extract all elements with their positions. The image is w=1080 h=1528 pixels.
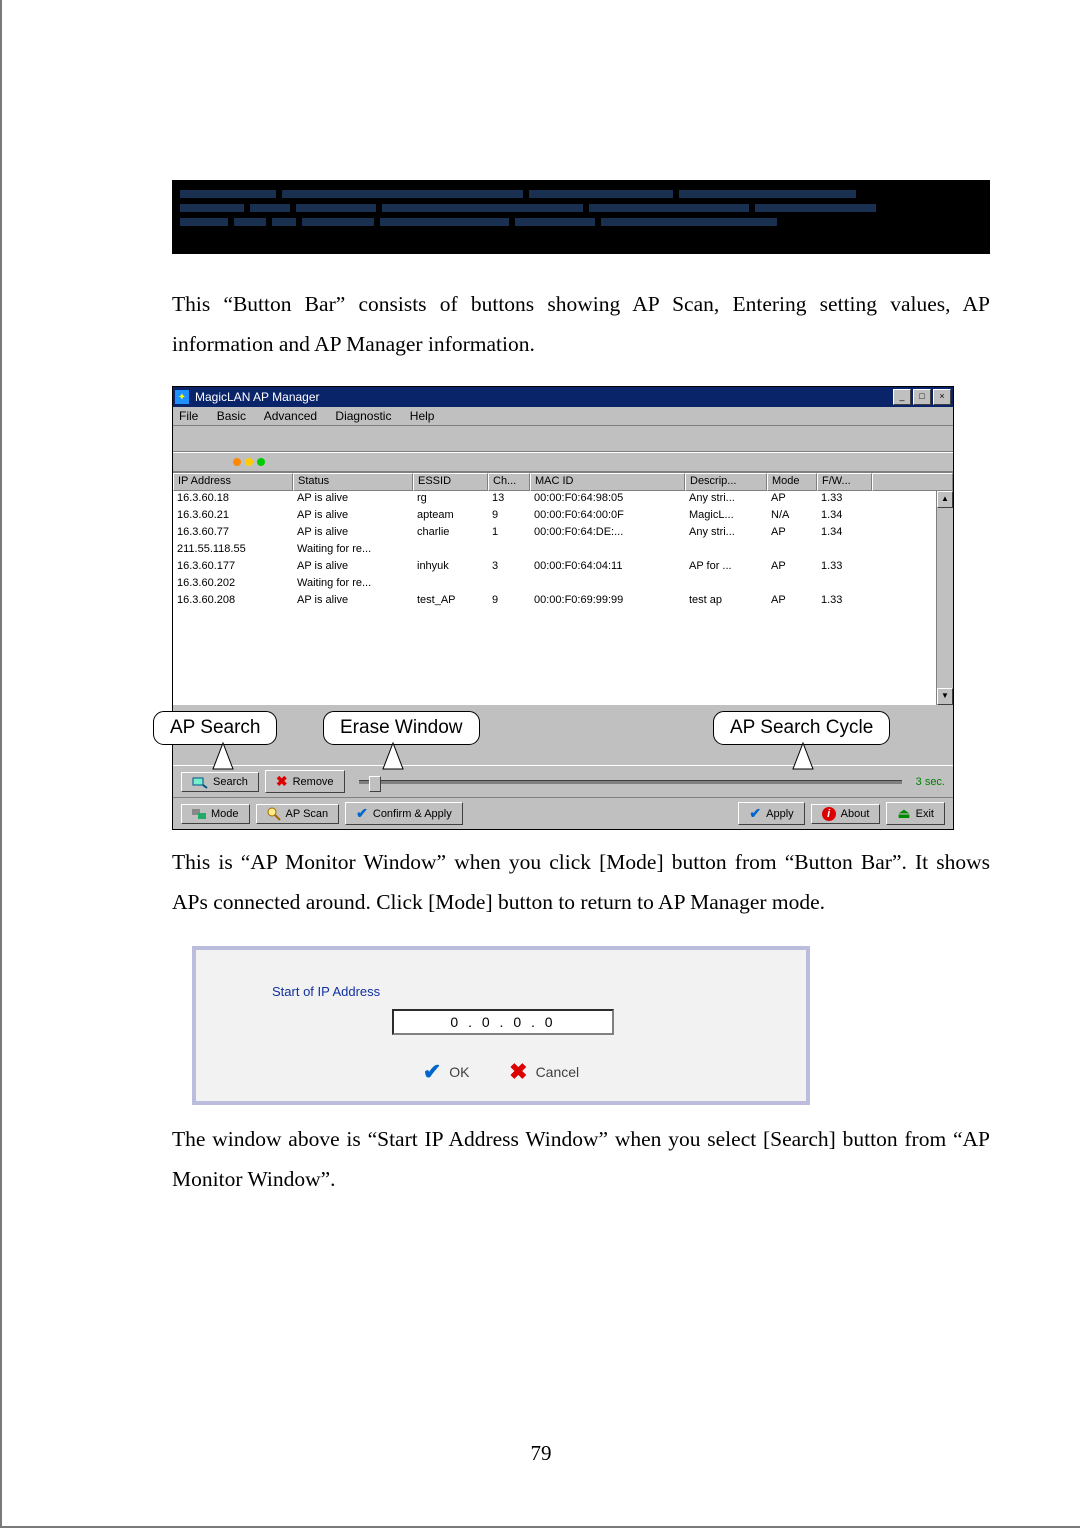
col-ch[interactable]: Ch...	[488, 473, 530, 491]
window-title: MagicLAN AP Manager	[195, 390, 891, 404]
table-row[interactable]: 16.3.60.18AP is aliverg1300:00:F0:64:98:…	[173, 491, 936, 508]
remove-button[interactable]: ✖ Remove	[265, 770, 345, 793]
menu-file[interactable]: File	[179, 409, 198, 423]
search-button[interactable]: Search	[181, 772, 259, 792]
cancel-label: Cancel	[536, 1064, 580, 1080]
mode-button[interactable]: Mode	[181, 804, 250, 824]
col-fw[interactable]: F/W...	[817, 473, 872, 491]
exit-icon: ⏏	[897, 805, 910, 822]
menubar: File Basic Advanced Diagnostic Help	[173, 407, 953, 426]
search-label: Search	[213, 776, 248, 788]
minimize-button[interactable]: _	[893, 389, 911, 405]
scrollbar[interactable]: ▲ ▼	[936, 491, 953, 705]
table-row[interactable]: 211.55.118.55Waiting for re...	[173, 542, 936, 559]
start-ip-dialog: Start of IP Address 0 . 0 . 0 . 0 ✔ OK ✖…	[192, 946, 810, 1105]
titlebar: ✦ MagicLAN AP Manager _ □ ×	[173, 387, 953, 407]
search-cycle-slider[interactable]	[351, 780, 910, 784]
callout-pointer-icon	[213, 743, 233, 773]
maximize-button[interactable]: □	[913, 389, 931, 405]
remove-label: Remove	[293, 776, 334, 788]
menu-help[interactable]: Help	[410, 409, 435, 423]
button-bar-screenshot	[172, 180, 990, 254]
col-status[interactable]: Status	[293, 473, 413, 491]
search-toolbar: Search ✖ Remove 3 sec.	[173, 765, 953, 797]
scroll-down-icon[interactable]: ▼	[937, 688, 953, 705]
dot-icon	[233, 458, 241, 466]
apscan-button[interactable]: AP Scan	[256, 804, 340, 824]
callout-pointer-icon	[383, 743, 403, 773]
paragraph-1: This “Button Bar” consists of buttons sh…	[172, 284, 990, 364]
paragraph-2: This is “AP Monitor Window” when you cli…	[172, 842, 990, 922]
indicator-bar	[173, 452, 953, 472]
table-row[interactable]: 16.3.60.208AP is alivetest_AP900:00:F0:6…	[173, 593, 936, 610]
bottom-toolbar: Mode AP Scan ✔ Confirm & Apply ✔ Apply i…	[173, 797, 953, 829]
close-button[interactable]: ×	[933, 389, 951, 405]
check-icon: ✔	[749, 805, 761, 822]
apscan-label: AP Scan	[286, 808, 329, 820]
cancel-button[interactable]: ✖ Cancel	[509, 1059, 579, 1085]
menu-diagnostic[interactable]: Diagnostic	[335, 409, 391, 423]
exit-button[interactable]: ⏏ Exit	[886, 802, 945, 825]
table-row[interactable]: 16.3.60.177AP is aliveinhyuk300:00:F0:64…	[173, 559, 936, 576]
col-ip[interactable]: IP Address	[173, 473, 293, 491]
table-row[interactable]: 16.3.60.202Waiting for re...	[173, 576, 936, 593]
page-number: 79	[2, 1441, 1080, 1466]
check-icon: ✔	[423, 1059, 441, 1085]
about-button[interactable]: i About	[811, 804, 881, 824]
info-icon: i	[822, 807, 836, 821]
menu-basic[interactable]: Basic	[217, 409, 246, 423]
ok-label: OK	[449, 1064, 469, 1080]
ok-button[interactable]: ✔ OK	[423, 1059, 470, 1085]
mode-icon	[192, 807, 206, 821]
ap-manager-window: ✦ MagicLAN AP Manager _ □ × File Basic A…	[172, 386, 954, 830]
check-icon: ✔	[356, 805, 368, 822]
table-header: IP Address Status ESSID Ch... MAC ID Des…	[173, 473, 953, 491]
paragraph-3: The window above is “Start IP Address Wi…	[172, 1119, 990, 1199]
apply-button[interactable]: ✔ Apply	[738, 802, 804, 825]
confirm-apply-button[interactable]: ✔ Confirm & Apply	[345, 802, 463, 825]
menu-advanced[interactable]: Advanced	[264, 409, 317, 423]
scroll-up-icon[interactable]: ▲	[937, 491, 953, 508]
callout-search-cycle: AP Search Cycle	[713, 711, 890, 745]
exit-label: Exit	[916, 808, 934, 820]
callout-pointer-icon	[793, 743, 813, 773]
apply-label: Apply	[766, 808, 794, 820]
callout-erase-window: Erase Window	[323, 711, 480, 745]
start-ip-label: Start of IP Address	[272, 984, 786, 999]
cycle-value: 3 sec.	[916, 776, 945, 788]
ip-input[interactable]: 0 . 0 . 0 . 0	[392, 1009, 614, 1035]
app-icon: ✦	[175, 390, 189, 404]
col-essid[interactable]: ESSID	[413, 473, 488, 491]
x-icon: ✖	[509, 1059, 527, 1085]
search-icon	[192, 775, 208, 789]
col-mac[interactable]: MAC ID	[530, 473, 685, 491]
table-row[interactable]: 16.3.60.21AP is aliveapteam900:00:F0:64:…	[173, 508, 936, 525]
dot-icon	[245, 458, 253, 466]
callout-ap-search: AP Search	[153, 711, 277, 745]
col-desc[interactable]: Descrip...	[685, 473, 767, 491]
slider-thumb-icon[interactable]	[369, 776, 381, 792]
magnifier-icon	[267, 807, 281, 821]
confirm-label: Confirm & Apply	[373, 808, 452, 820]
mode-label: Mode	[211, 808, 239, 820]
col-mode[interactable]: Mode	[767, 473, 817, 491]
x-icon: ✖	[276, 773, 288, 790]
table-row[interactable]: 16.3.60.77AP is alivecharlie100:00:F0:64…	[173, 525, 936, 542]
dot-icon	[257, 458, 265, 466]
about-label: About	[841, 808, 870, 820]
